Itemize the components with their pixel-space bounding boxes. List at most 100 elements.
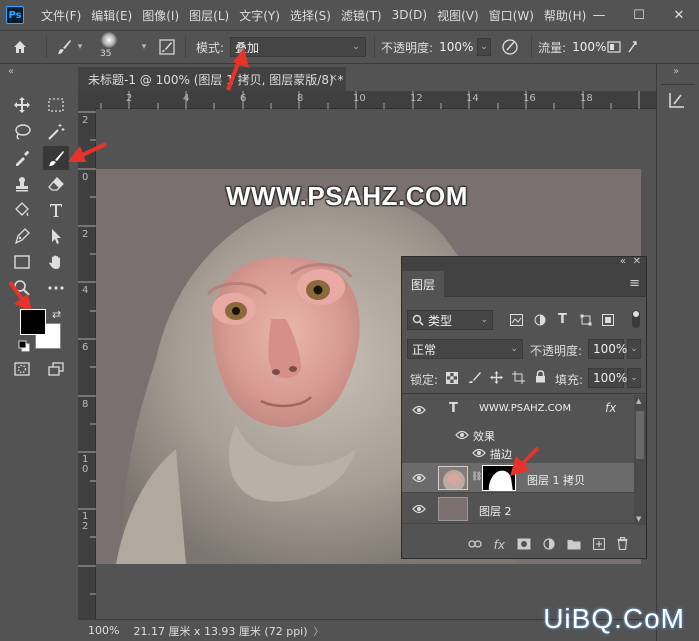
close-panel-icon[interactable]: ✕ — [633, 256, 641, 267]
brush-settings-icon[interactable] — [155, 39, 179, 55]
link-layers-icon[interactable] — [468, 538, 482, 552]
menu-image[interactable]: 图像(I) — [137, 7, 184, 24]
lock-artboard-icon[interactable] — [512, 371, 525, 387]
smoothing-icon[interactable] — [626, 40, 640, 54]
brush-size-picker[interactable]: 35 — [95, 32, 139, 62]
adjustment-layer-icon[interactable] — [543, 537, 555, 553]
pen-tool-icon[interactable] — [9, 224, 35, 248]
smart-object-filter-icon[interactable] — [602, 314, 614, 329]
screen-mode-icon[interactable] — [43, 357, 69, 381]
more-tools-icon[interactable] — [43, 276, 69, 300]
visibility-eye-icon[interactable] — [471, 447, 487, 459]
shape-filter-icon[interactable] — [580, 314, 592, 329]
menu-view[interactable]: 视图(V) — [432, 7, 484, 24]
layers-scrollbar[interactable]: ▲ ▼ — [634, 395, 646, 525]
layer-effects-row[interactable]: 效果 — [402, 425, 634, 445]
type-filter-icon[interactable]: T — [558, 312, 567, 327]
menu-3d[interactable]: 3D(D) — [387, 8, 432, 22]
fill-input[interactable]: 100% — [588, 368, 627, 388]
zoom-level[interactable]: 100% — [88, 624, 119, 637]
visibility-eye-icon[interactable] — [454, 429, 470, 441]
airbrush-icon[interactable] — [606, 40, 622, 54]
pressure-opacity-icon[interactable] — [495, 38, 525, 56]
scroll-down-icon[interactable]: ▼ — [636, 515, 641, 523]
eyedropper-tool-icon[interactable] — [9, 146, 35, 170]
chevron-down-icon[interactable]: ⌄ — [477, 38, 492, 56]
layer-thumbnail — [438, 497, 468, 521]
vertical-ruler[interactable]: 2 0 2 4 6 8 1 0 1 2 — [78, 109, 96, 619]
window-controls: — ☐ ✕ — [579, 0, 699, 30]
layer-filter-select[interactable]: 类型 ⌄ — [407, 310, 493, 330]
chevron-down-icon[interactable]: ⌄ — [627, 339, 641, 359]
expand-panels-icon[interactable]: » — [673, 66, 679, 77]
layer-row-text[interactable]: T WWW.PSAHZ.COM fx — [402, 395, 634, 425]
pixel-filter-icon[interactable] — [510, 314, 523, 329]
lock-all-icon[interactable] — [535, 370, 546, 386]
hand-tool-icon[interactable] — [43, 250, 69, 274]
scrollbar-thumb[interactable] — [636, 411, 644, 459]
link-icon[interactable]: ⛓ — [471, 472, 482, 482]
tab-layers[interactable]: 图层 — [402, 271, 444, 297]
new-layer-icon[interactable] — [592, 537, 606, 553]
menu-edit[interactable]: 编辑(E) — [86, 7, 137, 24]
ruler-label: 18 — [580, 93, 593, 104]
layer-opacity-input[interactable]: 100% — [588, 339, 627, 359]
adjustment-filter-icon[interactable] — [534, 314, 546, 329]
annotation-arrow — [226, 48, 249, 91]
foreground-color-swatch[interactable] — [20, 309, 46, 335]
filter-toggle[interactable] — [632, 310, 640, 328]
menu-type[interactable]: 文字(Y) — [234, 7, 285, 24]
delete-layer-icon[interactable] — [617, 536, 628, 553]
menu-select[interactable]: 选择(S) — [285, 7, 336, 24]
minimize-button[interactable]: — — [579, 0, 619, 30]
menu-filter[interactable]: 滤镜(T) — [336, 7, 387, 24]
panel-menu-icon[interactable]: ≡ — [629, 276, 640, 291]
stamp-tool-icon[interactable] — [9, 172, 35, 196]
move-tool-icon[interactable] — [9, 93, 35, 117]
eraser-tool-icon[interactable] — [43, 172, 69, 196]
maximize-button[interactable]: ☐ — [619, 0, 659, 30]
chevron-down-icon[interactable]: ▾ — [139, 42, 149, 52]
flow-input[interactable]: 100% — [568, 37, 606, 57]
panel-title-bar[interactable]: « ✕ — [402, 256, 646, 271]
visibility-eye-icon[interactable] — [411, 472, 427, 484]
fx-badge-icon[interactable]: fx — [605, 401, 616, 415]
collapse-icon[interactable]: « — [8, 66, 14, 77]
quick-mask-icon[interactable] — [9, 357, 35, 381]
lock-position-icon[interactable] — [490, 371, 503, 387]
lock-pixels-icon[interactable] — [468, 371, 481, 387]
new-group-icon[interactable] — [567, 538, 581, 553]
visibility-eye-icon[interactable] — [411, 404, 427, 416]
chevron-down-icon[interactable]: ▾ — [75, 42, 85, 52]
horizontal-ruler[interactable]: 2 4 6 8 10 12 14 16 18 — [96, 91, 656, 109]
layer-row[interactable]: 图层 2 — [402, 494, 634, 524]
rectangle-tool-icon[interactable] — [9, 250, 35, 274]
menu-file[interactable]: 文件(F) — [36, 7, 86, 24]
close-button[interactable]: ✕ — [659, 0, 699, 30]
scroll-up-icon[interactable]: ▲ — [636, 397, 641, 405]
swap-colors-icon[interactable]: ⇄ — [52, 308, 61, 321]
site-watermark-logo: UiBQ.CoM — [543, 603, 685, 634]
lock-transparency-icon[interactable] — [446, 372, 458, 387]
menu-layer[interactable]: 图层(L) — [184, 7, 234, 24]
fx-icon[interactable]: fx — [494, 538, 505, 552]
marquee-tool-icon[interactable] — [43, 93, 69, 117]
type-tool-icon[interactable] — [43, 198, 69, 222]
lasso-tool-icon[interactable] — [9, 120, 35, 144]
add-mask-icon[interactable] — [517, 538, 531, 553]
path-selection-tool-icon[interactable] — [43, 224, 69, 248]
properties-panel-icon[interactable] — [668, 91, 686, 112]
chevron-down-icon[interactable]: ⌄ — [627, 368, 641, 388]
close-tab-icon[interactable]: × — [329, 71, 338, 84]
menu-window[interactable]: 窗口(W) — [484, 7, 539, 24]
visibility-eye-icon[interactable] — [411, 503, 427, 515]
home-icon[interactable] — [0, 39, 40, 55]
chevron-right-icon[interactable]: 〉 — [314, 623, 324, 638]
paint-bucket-tool-icon[interactable] — [9, 198, 35, 222]
layer-blend-mode-select[interactable]: 正常 ⌄ — [407, 339, 523, 359]
brush-preset-icon[interactable] — [53, 39, 75, 55]
default-colors-icon[interactable] — [18, 340, 30, 352]
opacity-input[interactable]: 100% — [435, 37, 473, 57]
document-tab[interactable]: 未标题-1 @ 100% (图层 1 拷贝, 图层蒙版/8) * × — [78, 67, 346, 91]
collapse-panel-icon[interactable]: « — [620, 256, 626, 267]
